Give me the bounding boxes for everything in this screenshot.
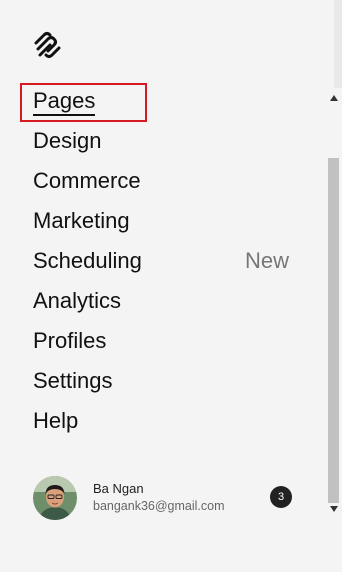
scroll-down-icon[interactable] (326, 502, 342, 516)
nav-item-help[interactable]: Help (33, 404, 78, 438)
new-badge: New (245, 248, 290, 273)
nav-item-label: Analytics (33, 288, 122, 313)
nav-item-label: Help (33, 408, 79, 433)
nav-item-label: Settings (33, 368, 113, 393)
user-email: bangank36@gmail.com (93, 499, 225, 513)
nav-item-settings[interactable]: Settings (33, 364, 113, 398)
notification-count-badge[interactable]: 3 (270, 486, 292, 508)
sidebar-scrollbar[interactable] (326, 88, 342, 520)
page-edge (334, 0, 342, 88)
selection-highlight-box (20, 83, 147, 122)
avatar[interactable] (33, 476, 77, 520)
account-menu[interactable]: Ba Ngan bangank36@gmail.com 3 (33, 476, 303, 520)
nav-item-commerce[interactable]: Commerce (33, 164, 141, 198)
nav-item-label: Commerce (33, 168, 141, 193)
user-name: Ba Ngan (93, 481, 144, 496)
scroll-thumb[interactable] (328, 158, 339, 503)
nav-item-label: Design (33, 128, 102, 153)
nav-item-scheduling[interactable]: Scheduling (33, 244, 142, 278)
nav-item-analytics[interactable]: Analytics (33, 284, 121, 318)
nav-item-label: Profiles (33, 328, 107, 353)
nav-item-profiles[interactable]: Profiles (33, 324, 106, 358)
scroll-up-icon[interactable] (326, 91, 342, 105)
nav-item-label: Marketing (33, 208, 130, 233)
squarespace-logo-icon[interactable] (32, 31, 62, 59)
nav-item-label: Scheduling (33, 248, 142, 273)
nav-item-design[interactable]: Design (33, 124, 101, 158)
nav-item-marketing[interactable]: Marketing (33, 204, 130, 238)
